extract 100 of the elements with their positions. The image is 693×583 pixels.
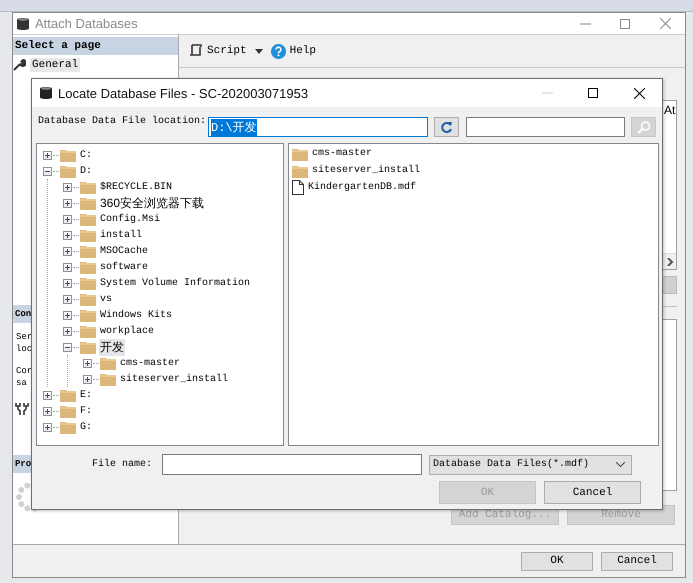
expand-button[interactable]	[63, 198, 72, 208]
plus-icon	[64, 296, 71, 302]
refresh-icon	[440, 120, 453, 134]
expand-button[interactable]	[43, 422, 52, 432]
folder-icon	[80, 228, 96, 242]
plus-icon	[44, 392, 51, 398]
tree-item[interactable]: 360安全浏览器下载	[99, 194, 206, 212]
expand-button[interactable]	[83, 358, 92, 368]
folder-icon	[60, 164, 76, 178]
tree-item[interactable]: 开发	[99, 338, 125, 356]
tree-item[interactable]: workplace	[99, 326, 156, 336]
plug-icon	[15, 403, 29, 415]
maximize-icon	[620, 18, 630, 28]
expand-button[interactable]	[63, 246, 72, 256]
tree-item[interactable]: vs	[99, 294, 114, 304]
window-title: Attach Databases	[35, 16, 138, 31]
folder-icon	[80, 196, 96, 210]
file-item[interactable]: siteserver_install	[312, 165, 420, 176]
expand-button[interactable]	[63, 230, 72, 240]
tree-item[interactable]: Windows Kits	[99, 310, 174, 320]
file-item[interactable]: KindergartenDB.mdf	[308, 182, 416, 193]
plus-icon	[44, 408, 51, 414]
minimize-icon	[580, 22, 590, 24]
tree-item[interactable]: D:	[79, 166, 94, 176]
file-item[interactable]: cms-master	[312, 148, 372, 159]
tree-item[interactable]: cms-master	[119, 358, 182, 368]
dialog-button[interactable]: OK	[521, 552, 593, 570]
plus-icon	[64, 232, 71, 238]
connection-text: sa	[15, 377, 27, 389]
folder-icon	[60, 420, 76, 434]
script-button[interactable]: Script	[187, 44, 249, 58]
expand-button[interactable]	[43, 390, 52, 400]
folder-icon	[80, 292, 96, 306]
expand-button[interactable]	[63, 326, 72, 336]
plus-icon	[44, 424, 51, 430]
expand-button[interactable]	[63, 182, 72, 192]
folder-icon	[292, 164, 308, 178]
script-icon	[189, 44, 203, 58]
folder-icon	[80, 276, 96, 290]
column-header: At	[663, 102, 676, 119]
connection-text: Cor	[15, 365, 32, 377]
location-label: Database Data File location:	[38, 114, 208, 127]
collapse-button[interactable]	[63, 342, 72, 352]
expand-button[interactable]	[43, 150, 52, 160]
search-icon	[636, 120, 650, 134]
plus-icon	[64, 184, 71, 190]
plus-icon	[64, 328, 71, 334]
folder-icon	[100, 356, 116, 370]
file-name-field[interactable]	[162, 454, 422, 475]
folder-icon	[80, 340, 96, 354]
tree-item[interactable]: Config.Msi	[99, 214, 162, 224]
tree-item[interactable]: install	[99, 230, 144, 240]
tree-item[interactable]: C:	[79, 150, 94, 160]
caret-icon[interactable]	[254, 48, 263, 54]
plus-icon	[84, 376, 91, 382]
folder-icon	[100, 372, 116, 386]
plus-icon	[84, 360, 91, 366]
maximize-icon	[588, 88, 598, 98]
dialog-button[interactable]: Cancel	[601, 552, 673, 570]
folder-icon	[80, 212, 96, 226]
folder-icon	[80, 260, 96, 274]
folder-icon	[80, 324, 96, 338]
expand-button[interactable]	[83, 374, 92, 384]
tree-item[interactable]: $RECYCLE.BIN	[99, 182, 174, 192]
refresh-button[interactable]	[434, 117, 459, 137]
section-header: Select a page	[13, 37, 178, 55]
plus-icon	[64, 200, 71, 206]
tree-item[interactable]: F:	[79, 406, 94, 416]
page-item[interactable]: General	[30, 58, 80, 72]
help-button[interactable]: Help	[268, 44, 318, 58]
tree-item[interactable]: software	[99, 262, 150, 272]
close-icon	[634, 88, 644, 98]
file-type-dropdown[interactable]: Database Data Files(*.mdf)	[429, 454, 632, 474]
expand-button[interactable]	[63, 278, 72, 288]
file-name-label: File name:	[90, 459, 153, 470]
search-field[interactable]	[466, 117, 625, 137]
tree-item[interactable]: MSOCache	[99, 246, 150, 256]
tree-item[interactable]: System Volume Information	[99, 278, 252, 288]
folder-icon	[60, 388, 76, 402]
expand-button[interactable]	[63, 262, 72, 272]
tree-item[interactable]: siteserver_install	[119, 374, 230, 384]
expand-button[interactable]	[43, 406, 52, 416]
location-field[interactable]: D:\开发	[208, 117, 428, 137]
tree-item[interactable]: E:	[79, 390, 94, 400]
folder-icon	[80, 308, 96, 322]
connection-text: loc	[15, 343, 32, 355]
plus-icon	[64, 312, 71, 318]
folder-icon	[292, 146, 308, 160]
folder-icon	[80, 180, 96, 194]
expand-button[interactable]	[63, 310, 72, 320]
tree-item[interactable]: G:	[79, 422, 94, 432]
expand-button[interactable]	[63, 214, 72, 224]
dialog-button[interactable]: Cancel	[544, 481, 641, 504]
folder-icon	[60, 404, 76, 418]
dialog-title: Locate Database Files - SC-202003071953	[58, 86, 308, 100]
expand-button[interactable]	[63, 294, 72, 304]
wrench-icon	[13, 58, 26, 71]
folder-icon	[80, 244, 96, 258]
minimize-icon	[542, 92, 552, 94]
collapse-button[interactable]	[43, 166, 52, 176]
